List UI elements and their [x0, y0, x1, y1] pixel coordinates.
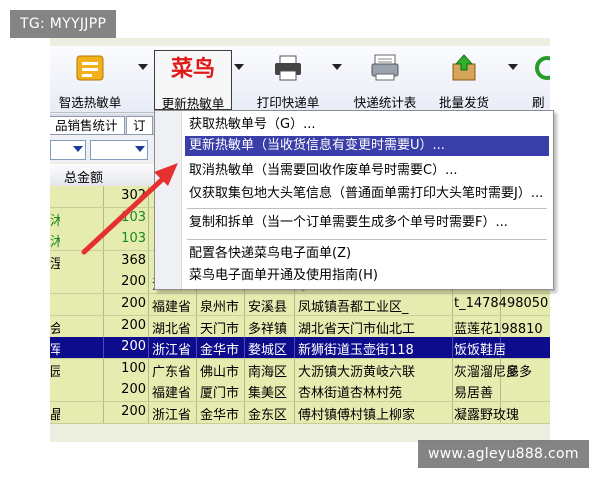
watermark-top: TG: MYYJJPP [10, 10, 117, 38]
watermark-bottom: www.agleyu888.com [418, 440, 589, 468]
annotation-arrow-icon [81, 163, 178, 255]
